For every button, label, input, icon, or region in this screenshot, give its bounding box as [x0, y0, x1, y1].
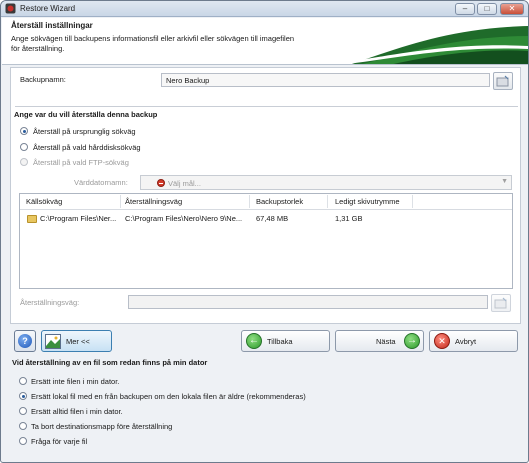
backup-name-field[interactable]: Nero Backup — [161, 73, 490, 87]
restore-location-heading: Ange var du vill återställa denna backup — [14, 110, 158, 119]
next-button-label: Nästa — [376, 337, 396, 346]
radio-ftp-path[interactable] — [20, 158, 28, 166]
cancel-icon: ✕ — [434, 333, 450, 349]
header-title: Återställ inställningar — [11, 21, 93, 30]
more-button[interactable]: Mer << — [41, 330, 112, 352]
help-button[interactable]: ? — [14, 330, 36, 352]
file-table[interactable]: Källsökväg Återställningsväg Backupstorl… — [19, 193, 513, 289]
restore-path-field[interactable] — [128, 295, 488, 309]
browse-restore-path-button[interactable] — [491, 294, 511, 312]
minimize-button[interactable]: – — [455, 3, 475, 15]
column-source-path[interactable]: Källsökväg — [26, 197, 62, 206]
radio-replace-if-older-label: Ersätt lokal fil med en från backupen om… — [31, 392, 306, 401]
column-restore-path[interactable]: Återställningsväg — [125, 197, 182, 206]
radio-dont-replace-label: Ersätt inte filen i min dator. — [31, 377, 120, 386]
app-icon — [5, 3, 16, 14]
host-name-combo[interactable]: Välj mål... ▼ — [140, 175, 512, 190]
backup-name-label: Backupnamn: — [20, 75, 66, 84]
radio-delete-destination[interactable] — [19, 422, 27, 430]
radio-original-path[interactable] — [20, 127, 28, 135]
help-icon: ? — [18, 334, 32, 348]
back-button-label: Tillbaka — [267, 337, 293, 346]
radio-delete-destination-label: Ta bort destinationsmapp före återställn… — [31, 422, 173, 431]
chevron-down-icon: ▼ — [501, 178, 508, 185]
wizard-header: Återställ inställningar Ange sökvägen ti… — [2, 18, 528, 65]
folder-icon — [27, 215, 37, 223]
radio-harddisk-path[interactable] — [20, 143, 28, 151]
column-divider — [327, 195, 328, 208]
cell-source-path: C:\Program Files\Ner... — [40, 214, 117, 223]
column-divider — [412, 195, 413, 208]
cell-free-space: 1,31 GB — [335, 214, 363, 223]
column-free-space[interactable]: Ledigt skivutrymme — [335, 197, 400, 206]
column-divider — [249, 195, 250, 208]
radio-original-path-label: Återställ på ursprunglig sökväg — [33, 127, 136, 136]
window-title: Restore Wizard — [20, 4, 76, 13]
table-header: Källsökväg Återställningsväg Backupstorl… — [20, 194, 512, 210]
cell-backup-size: 67,48 MB — [256, 214, 289, 223]
restore-wizard-window: Restore Wizard – □ ✕ Återställ inställni… — [0, 0, 529, 463]
back-button[interactable]: ← Tillbaka — [241, 330, 330, 352]
arrow-right-icon: → — [404, 333, 420, 349]
maximize-button[interactable]: □ — [477, 3, 497, 15]
radio-replace-if-older[interactable] — [19, 392, 27, 400]
no-target-icon — [157, 179, 165, 187]
radio-ftp-path-label: Återställ på vald FTP-sökväg — [33, 158, 129, 167]
header-description: Ange sökvägen till backupens information… — [11, 34, 295, 53]
browse-icon — [496, 75, 509, 87]
host-name-label: Värddatornamn: — [74, 178, 128, 187]
radio-always-replace[interactable] — [19, 407, 27, 415]
section-separator — [15, 106, 518, 107]
radio-dont-replace[interactable] — [19, 377, 27, 385]
column-divider — [120, 195, 121, 208]
radio-ask-each-file-label: Fråga för varje fil — [31, 437, 88, 446]
browse-icon — [494, 297, 507, 309]
arrow-left-icon: ← — [246, 333, 262, 349]
more-options-icon — [45, 334, 61, 349]
radio-harddisk-path-label: Återställ på vald hårddisksökväg — [33, 143, 141, 152]
cancel-button[interactable]: ✕ Avbryt — [429, 330, 518, 352]
radio-ask-each-file[interactable] — [19, 437, 27, 445]
cell-restore-path: C:\Program Files\Nero\Nero 9\Ne... — [125, 214, 243, 223]
browse-backup-button[interactable] — [493, 72, 513, 90]
conflict-heading: Vid återställning av en fil som redan fi… — [12, 358, 208, 367]
title-bar: Restore Wizard – □ ✕ — [1, 1, 528, 17]
column-backup-size[interactable]: Backupstorlek — [256, 197, 303, 206]
main-panel: Backupnamn: Nero Backup Ange var du vill… — [10, 67, 521, 324]
close-button[interactable]: ✕ — [500, 3, 524, 15]
header-swoosh-graphic — [335, 26, 528, 64]
next-button[interactable]: Nästa → — [335, 330, 424, 352]
more-button-label: Mer << — [66, 337, 90, 346]
restore-path-label: Återställningsväg: — [20, 298, 80, 307]
cancel-button-label: Avbryt — [455, 337, 477, 346]
host-name-value: Välj mål... — [168, 179, 201, 188]
radio-always-replace-label: Ersätt alltid filen i min dator. — [31, 407, 123, 416]
